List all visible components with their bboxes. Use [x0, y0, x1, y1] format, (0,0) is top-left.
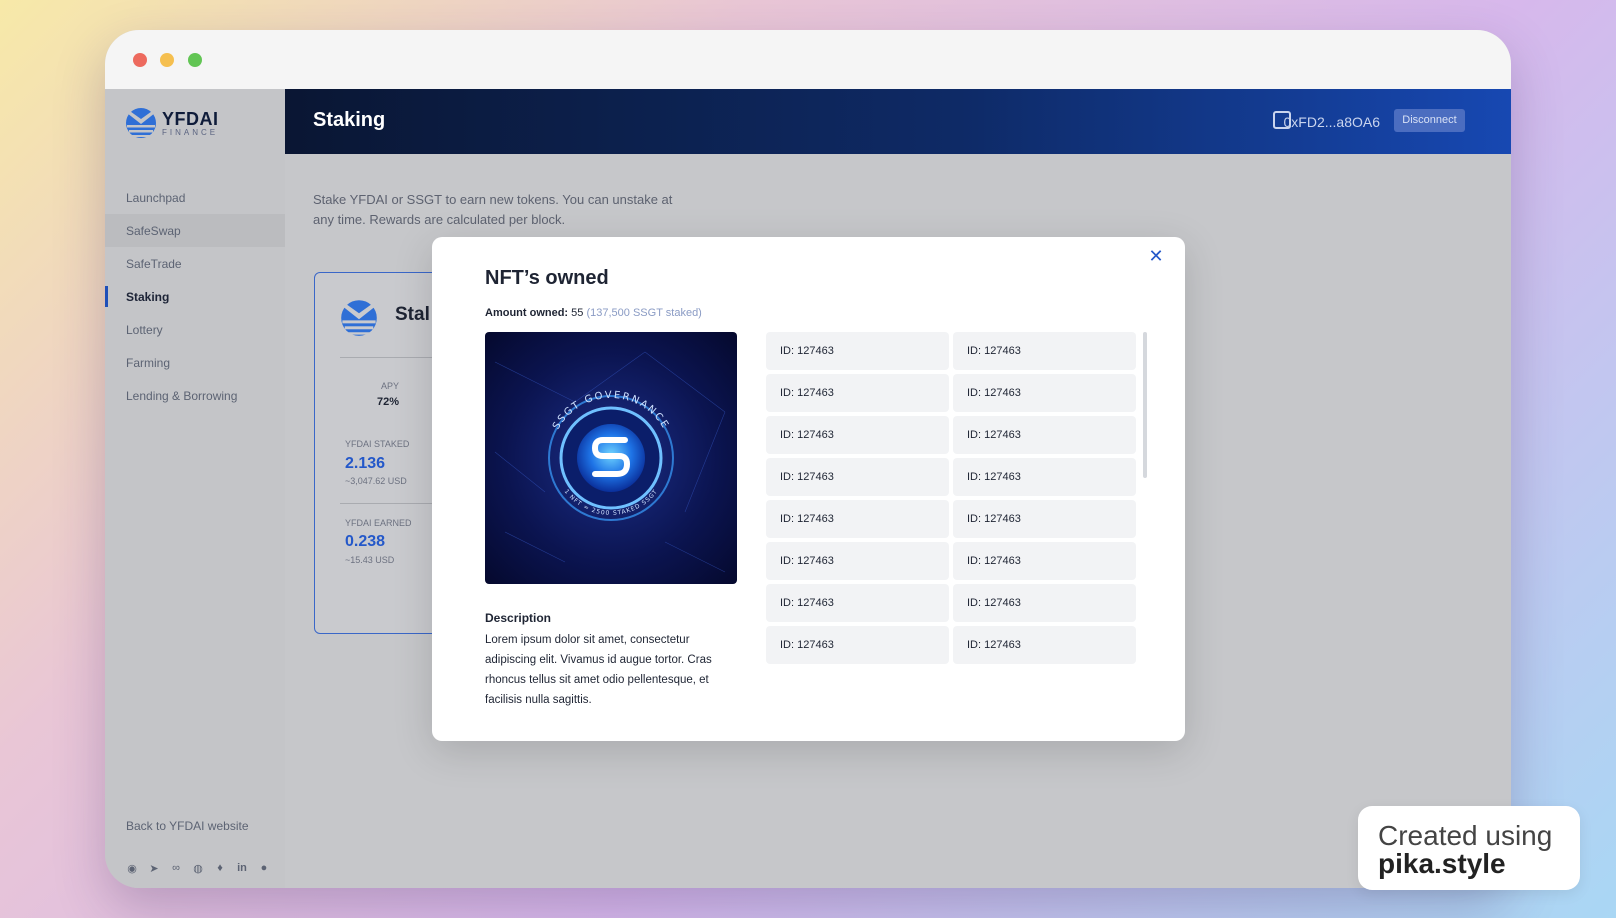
sidebar-item-staking[interactable]: Staking	[105, 280, 285, 313]
sidebar-item-lottery[interactable]: Lottery	[105, 313, 285, 346]
nft-id-item[interactable]: ID: 127463	[766, 374, 949, 412]
reddit-icon[interactable]: ◍	[191, 862, 205, 875]
staking-intro-text: Stake YFDAI or SSGT to earn new tokens. …	[313, 192, 673, 227]
telegram-icon[interactable]: ➤	[147, 862, 161, 875]
sidebar-nav: Launchpad SafeSwap SafeTrade Staking Lot…	[105, 181, 285, 412]
nft-id-item[interactable]: ID: 127463	[953, 458, 1136, 496]
nft-id-grid: ID: 127463 ID: 127463 ID: 127463 ID: 127…	[766, 332, 1138, 664]
wallet-address: 0xFD2...a8OA6	[1283, 114, 1381, 130]
logo-subtitle: FINANCE	[162, 127, 219, 137]
link-icon[interactable]: ∞	[169, 862, 183, 875]
back-to-website-link[interactable]: Back to YFDAI website	[126, 819, 249, 833]
medium-icon[interactable]: ●	[257, 862, 271, 875]
page-title: Staking	[313, 109, 386, 131]
sidebar-item-safetrade[interactable]: SafeTrade	[105, 247, 285, 280]
earned-label: YFDAI EARNED	[345, 518, 412, 528]
staked-usd: ~3,047.62 USD	[345, 476, 407, 486]
top-header: Staking 0xFD2...a8OA6 Disconnect	[285, 89, 1511, 154]
nft-id-item[interactable]: ID: 127463	[766, 416, 949, 454]
close-window-button[interactable]	[133, 53, 147, 67]
nfts-owned-modal: ✕ NFT’s owned Amount owned: 55 (137,500 …	[432, 237, 1185, 741]
title-bar	[105, 30, 1511, 89]
nft-id-item[interactable]: ID: 127463	[766, 500, 949, 538]
description-title: Description	[485, 611, 552, 625]
staked-label: YFDAI STAKED	[345, 439, 410, 449]
yfdai-logo[interactable]: YFDAI FINANCE	[125, 107, 219, 139]
amount-label: Amount owned:	[485, 307, 569, 319]
sidebar-item-safeswap[interactable]: SafeSwap	[105, 214, 285, 247]
nft-id-item[interactable]: ID: 127463	[953, 332, 1136, 370]
nft-image: SSGT GOVERNANCE 1 NFT = 2500 STAKED SSGT	[485, 332, 737, 584]
discord-icon[interactable]: ◉	[125, 862, 139, 875]
staked-value: 2.136	[345, 455, 386, 472]
maximize-window-button[interactable]	[188, 53, 202, 67]
sidebar-item-launchpad[interactable]: Launchpad	[105, 181, 285, 214]
amount-staked: (137,500 SSGT staked)	[586, 307, 702, 319]
pika-watermark: Created using pika.style	[1358, 806, 1580, 890]
yfdai-logo-icon	[126, 108, 156, 138]
nft-id-item[interactable]: ID: 127463	[766, 626, 949, 664]
nft-id-item[interactable]: ID: 127463	[953, 542, 1136, 580]
nft-id-item[interactable]: ID: 127463	[953, 374, 1136, 412]
sidebar-item-farming[interactable]: Farming	[105, 346, 285, 379]
earned-usd: ~15.43 USD	[345, 555, 395, 565]
nft-id-item[interactable]: ID: 127463	[953, 626, 1136, 664]
nft-id-item[interactable]: ID: 127463	[766, 332, 949, 370]
nft-id-item[interactable]: ID: 127463	[766, 584, 949, 622]
social-links: ◉ ➤ ∞ ◍ ♦ in ●	[125, 862, 271, 875]
yfdai-token-icon	[341, 300, 377, 336]
nft-id-item[interactable]: ID: 127463	[766, 458, 949, 496]
apy-label: APY	[381, 381, 400, 391]
nft-id-item[interactable]: ID: 127463	[953, 416, 1136, 454]
description-text: Lorem ipsum dolor sit amet, consectetur …	[485, 634, 712, 706]
staking-card-title: Stal	[395, 304, 430, 325]
sidebar-item-lending-borrowing[interactable]: Lending & Borrowing	[105, 379, 285, 412]
logo-name: YFDAI	[162, 108, 219, 129]
minimize-window-button[interactable]	[160, 53, 174, 67]
modal-title: NFT’s owned	[485, 267, 609, 289]
watermark-line2: pika.style	[1378, 848, 1506, 879]
nft-id-item[interactable]: ID: 127463	[953, 584, 1136, 622]
disconnect-button[interactable]: Disconnect	[1394, 109, 1465, 132]
amount-owned: Amount owned: 55 (137,500 SSGT staked)	[485, 307, 702, 319]
earned-value: 0.238	[345, 533, 386, 550]
amount-value: 55	[571, 307, 584, 319]
sidebar: YFDAI FINANCE Launchpad SafeSwap SafeTra…	[105, 89, 285, 888]
nft-id-item[interactable]: ID: 127463	[953, 500, 1136, 538]
close-icon[interactable]: ✕	[1146, 246, 1166, 266]
scrollbar[interactable]	[1143, 332, 1147, 478]
twitter-icon[interactable]: ♦	[213, 862, 227, 875]
nft-id-item[interactable]: ID: 127463	[766, 542, 949, 580]
linkedin-icon[interactable]: in	[235, 862, 249, 875]
apy-value: 72%	[377, 396, 400, 408]
